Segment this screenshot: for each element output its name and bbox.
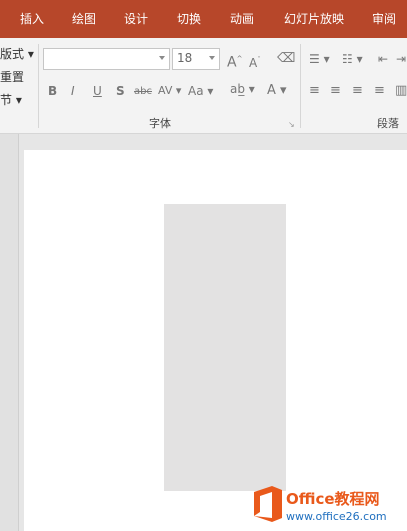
align-right-icon[interactable]: ≡ bbox=[352, 84, 363, 98]
tab-slideshow[interactable]: 幻灯片放映 bbox=[284, 0, 344, 38]
align-left-icon[interactable]: ≡ bbox=[309, 84, 320, 98]
tab-design[interactable]: 设计 bbox=[124, 0, 148, 38]
increase-indent-icon[interactable]: ⇥ bbox=[396, 52, 406, 66]
change-case-icon[interactable]: Aa ▾ bbox=[188, 84, 213, 98]
bullets-icon[interactable]: ☰ ▾ bbox=[309, 52, 330, 66]
tab-animations[interactable]: 动画 bbox=[230, 0, 254, 38]
group-separator bbox=[300, 44, 301, 128]
clear-formatting-icon[interactable]: ⌫ bbox=[277, 52, 295, 66]
tab-transitions[interactable]: 切换 bbox=[177, 0, 201, 38]
font-group-label: 字体 bbox=[149, 117, 171, 130]
layout-label: 版式 bbox=[0, 47, 25, 61]
tab-insert[interactable]: 插入 bbox=[20, 0, 44, 38]
chevron-down-icon bbox=[159, 56, 165, 60]
decrease-indent-icon[interactable]: ⇤ bbox=[378, 52, 388, 66]
font-color-icon[interactable]: A ▾ bbox=[267, 84, 287, 98]
font-name-combo[interactable] bbox=[43, 48, 170, 70]
dialog-launcher-icon[interactable]: ↘ bbox=[288, 118, 295, 132]
ribbon-tab-bar: 插入 绘图 设计 切换 动画 幻灯片放映 审阅 bbox=[0, 0, 407, 38]
tab-draw[interactable]: 绘图 bbox=[72, 0, 96, 38]
reset-button[interactable]: 重置 bbox=[0, 68, 24, 85]
decrease-font-size-icon[interactable]: Aˇ bbox=[249, 53, 261, 70]
strikethrough-icon[interactable]: abc bbox=[134, 85, 152, 99]
font-size-value: 18 bbox=[177, 51, 193, 65]
section-label: 节 bbox=[0, 93, 13, 107]
font-size-combo[interactable]: 18 bbox=[172, 48, 220, 70]
chevron-down-icon bbox=[209, 56, 215, 60]
character-spacing-icon[interactable]: AV ▾ bbox=[158, 84, 181, 98]
align-center-icon[interactable]: ≡ bbox=[330, 84, 341, 98]
watermark: Office教程网 www.office26.com bbox=[246, 480, 407, 531]
underline-icon[interactable]: U bbox=[93, 84, 102, 98]
text-shadow-icon[interactable]: S bbox=[116, 84, 125, 98]
columns-icon[interactable]: ▥ bbox=[395, 84, 407, 98]
watermark-url: www.office26.com bbox=[286, 510, 387, 523]
layout-button[interactable]: 版式 ▾ bbox=[0, 45, 34, 62]
rectangle-shape[interactable] bbox=[164, 204, 286, 491]
thumbnail-pane[interactable] bbox=[0, 134, 19, 531]
group-separator bbox=[38, 44, 39, 128]
tab-review[interactable]: 审阅 bbox=[372, 0, 396, 38]
watermark-title: Office教程网 bbox=[286, 490, 380, 508]
section-button[interactable]: 节 ▾ bbox=[0, 91, 22, 108]
highlight-color-icon[interactable]: ab̲ ▾ bbox=[230, 82, 255, 96]
bold-icon[interactable]: B bbox=[48, 84, 57, 98]
office-logo-icon bbox=[254, 486, 282, 522]
justify-icon[interactable]: ≡ bbox=[374, 84, 385, 98]
numbering-icon[interactable]: ☷ ▾ bbox=[342, 52, 363, 66]
italic-icon[interactable]: I bbox=[71, 84, 75, 98]
paragraph-group-label: 段落 bbox=[377, 117, 399, 130]
increase-font-size-icon[interactable]: A^ bbox=[227, 52, 242, 70]
